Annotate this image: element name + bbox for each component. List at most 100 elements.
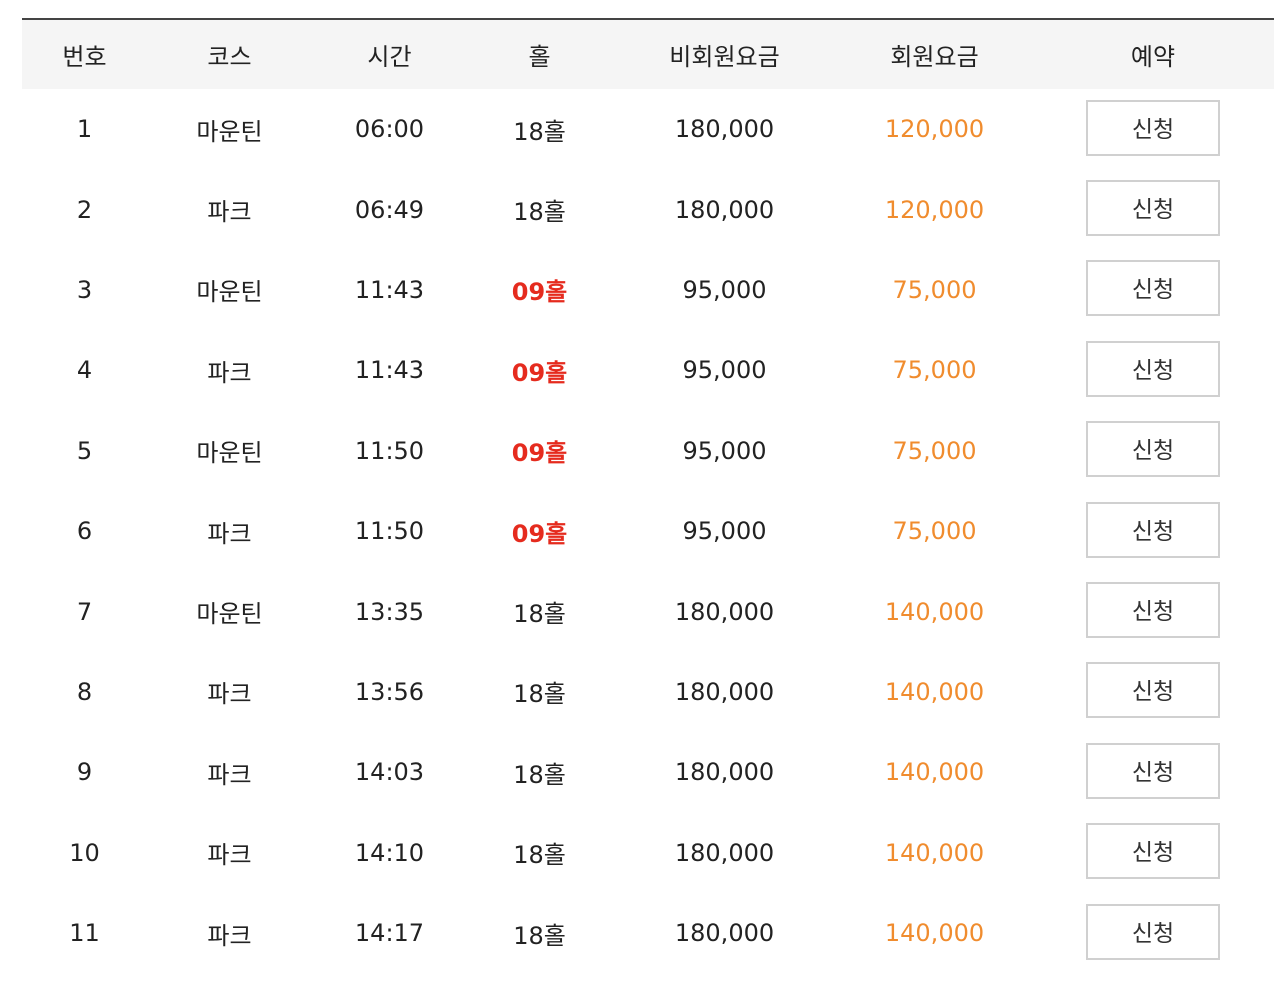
cell-nonmember-fee: 95,000 (682, 436, 767, 465)
cell-reservation: 신청 (1032, 732, 1274, 812)
cell-course: 마운틴 (196, 439, 263, 468)
cell-course: 파크 (207, 198, 252, 227)
table-body: 1 마운틴 06:00 18홀 180,000 120,000 신청 2 파크 06:49 18홀 1… (22, 89, 1274, 973)
header-member-fee: 회원요금 (890, 43, 979, 71)
apply-button[interactable]: 신청 (1086, 421, 1220, 478)
cell-reservation: 신청 (1032, 893, 1274, 973)
table-row: 4 파크 11:43 09홀 95,000 75,000 신청 (22, 330, 1274, 410)
apply-button[interactable]: 신청 (1086, 903, 1220, 960)
cell-nonmember-fee: 180,000 (674, 758, 775, 787)
cell-number: 3 (76, 275, 93, 304)
cell-holes: 18홀 (513, 198, 566, 227)
cell-time: 06:49 (354, 195, 425, 224)
cell-number: 8 (76, 677, 93, 706)
cell-number: 10 (69, 838, 100, 867)
cell-nonmember-fee: 95,000 (682, 275, 767, 304)
cell-reservation: 신청 (1032, 652, 1274, 732)
cell-member-fee: 75,000 (892, 517, 977, 546)
table-header: 번호 코스 시간 홀 비회원요금 회원요금 예약 (22, 19, 1274, 89)
cell-course: 파크 (207, 760, 252, 789)
table-row: 3 마운틴 11:43 09홀 95,000 75,000 신청 (22, 250, 1274, 330)
cell-holes: 18홀 (513, 760, 566, 789)
apply-button[interactable]: 신청 (1086, 180, 1220, 237)
cell-member-fee: 140,000 (884, 677, 985, 706)
table-row: 5 마운틴 11:50 09홀 95,000 75,000 신청 (22, 411, 1274, 491)
table-row: 10 파크 14:10 18홀 180,000 140,000 신청 (22, 813, 1274, 893)
header-nonmember-fee: 비회원요금 (669, 43, 780, 71)
cell-holes: 18홀 (513, 117, 566, 146)
cell-time: 11:50 (354, 436, 425, 465)
cell-member-fee: 140,000 (884, 838, 985, 867)
apply-button[interactable]: 신청 (1086, 99, 1220, 156)
cell-member-fee: 140,000 (884, 758, 985, 787)
cell-nonmember-fee: 180,000 (674, 677, 775, 706)
cell-time: 06:00 (354, 115, 425, 144)
tee-time-table: 번호 코스 시간 홀 비회원요금 회원요금 예약 1 마운틴 06:00 18홀 180… (22, 18, 1274, 973)
cell-number: 5 (76, 436, 93, 465)
cell-course: 파크 (207, 519, 252, 548)
cell-member-fee: 75,000 (892, 275, 977, 304)
apply-button[interactable]: 신청 (1086, 582, 1220, 639)
header-course: 코스 (207, 43, 252, 71)
header-holes: 홀 (528, 43, 551, 71)
cell-holes: 18홀 (513, 921, 566, 950)
cell-nonmember-fee: 95,000 (682, 356, 767, 385)
cell-member-fee: 120,000 (884, 115, 985, 144)
cell-number: 11 (69, 919, 100, 948)
cell-reservation: 신청 (1032, 491, 1274, 571)
cell-number: 2 (76, 195, 93, 224)
table-row: 8 파크 13:56 18홀 180,000 140,000 신청 (22, 652, 1274, 732)
cell-reservation: 신청 (1032, 169, 1274, 249)
apply-button[interactable]: 신청 (1086, 662, 1220, 719)
cell-course: 파크 (207, 680, 252, 709)
cell-time: 14:03 (354, 758, 425, 787)
cell-holes: 09홀 (511, 519, 568, 548)
cell-course: 마운틴 (196, 278, 263, 307)
cell-holes: 18홀 (513, 600, 566, 629)
cell-member-fee: 140,000 (884, 919, 985, 948)
apply-button[interactable]: 신청 (1086, 340, 1220, 397)
apply-button[interactable]: 신청 (1086, 501, 1220, 558)
cell-course: 파크 (207, 921, 252, 950)
table-header-row: 번호 코스 시간 홀 비회원요금 회원요금 예약 (22, 19, 1274, 89)
cell-time: 14:10 (354, 838, 425, 867)
cell-reservation: 신청 (1032, 571, 1274, 651)
cell-reservation: 신청 (1032, 89, 1274, 169)
cell-holes: 09홀 (511, 439, 568, 468)
cell-course: 마운틴 (196, 600, 263, 629)
apply-button[interactable]: 신청 (1086, 260, 1220, 317)
cell-time: 14:17 (354, 919, 425, 948)
apply-button[interactable]: 신청 (1086, 742, 1220, 799)
cell-nonmember-fee: 180,000 (674, 597, 775, 626)
cell-holes: 18홀 (513, 841, 566, 870)
cell-holes: 18홀 (513, 680, 566, 709)
header-reservation: 예약 (1130, 43, 1176, 71)
table-row: 9 파크 14:03 18홀 180,000 140,000 신청 (22, 732, 1274, 812)
cell-reservation: 신청 (1032, 250, 1274, 330)
cell-nonmember-fee: 95,000 (682, 517, 767, 546)
tee-time-table-container: 번호 코스 시간 홀 비회원요금 회원요금 예약 1 마운틴 06:00 18홀 180… (22, 18, 1274, 973)
cell-course: 마운틴 (196, 117, 263, 146)
cell-time: 11:43 (354, 356, 425, 385)
cell-course: 파크 (207, 358, 252, 387)
header-time: 시간 (367, 43, 412, 71)
cell-number: 1 (76, 115, 93, 144)
apply-button[interactable]: 신청 (1086, 823, 1220, 880)
table-row: 1 마운틴 06:00 18홀 180,000 120,000 신청 (22, 89, 1274, 169)
table-row: 2 파크 06:49 18홀 180,000 120,000 신청 (22, 169, 1274, 249)
cell-reservation: 신청 (1032, 813, 1274, 893)
cell-course: 파크 (207, 841, 252, 870)
cell-member-fee: 75,000 (892, 436, 977, 465)
cell-nonmember-fee: 180,000 (674, 195, 775, 224)
cell-time: 13:35 (354, 597, 425, 626)
cell-number: 9 (76, 758, 93, 787)
cell-nonmember-fee: 180,000 (674, 115, 775, 144)
cell-nonmember-fee: 180,000 (674, 919, 775, 948)
cell-number: 7 (76, 597, 93, 626)
cell-time: 13:56 (354, 677, 425, 706)
table-row: 7 마운틴 13:35 18홀 180,000 140,000 신청 (22, 571, 1274, 651)
cell-reservation: 신청 (1032, 330, 1274, 410)
cell-member-fee: 120,000 (884, 195, 985, 224)
header-number: 번호 (62, 43, 107, 71)
cell-member-fee: 140,000 (884, 597, 985, 626)
